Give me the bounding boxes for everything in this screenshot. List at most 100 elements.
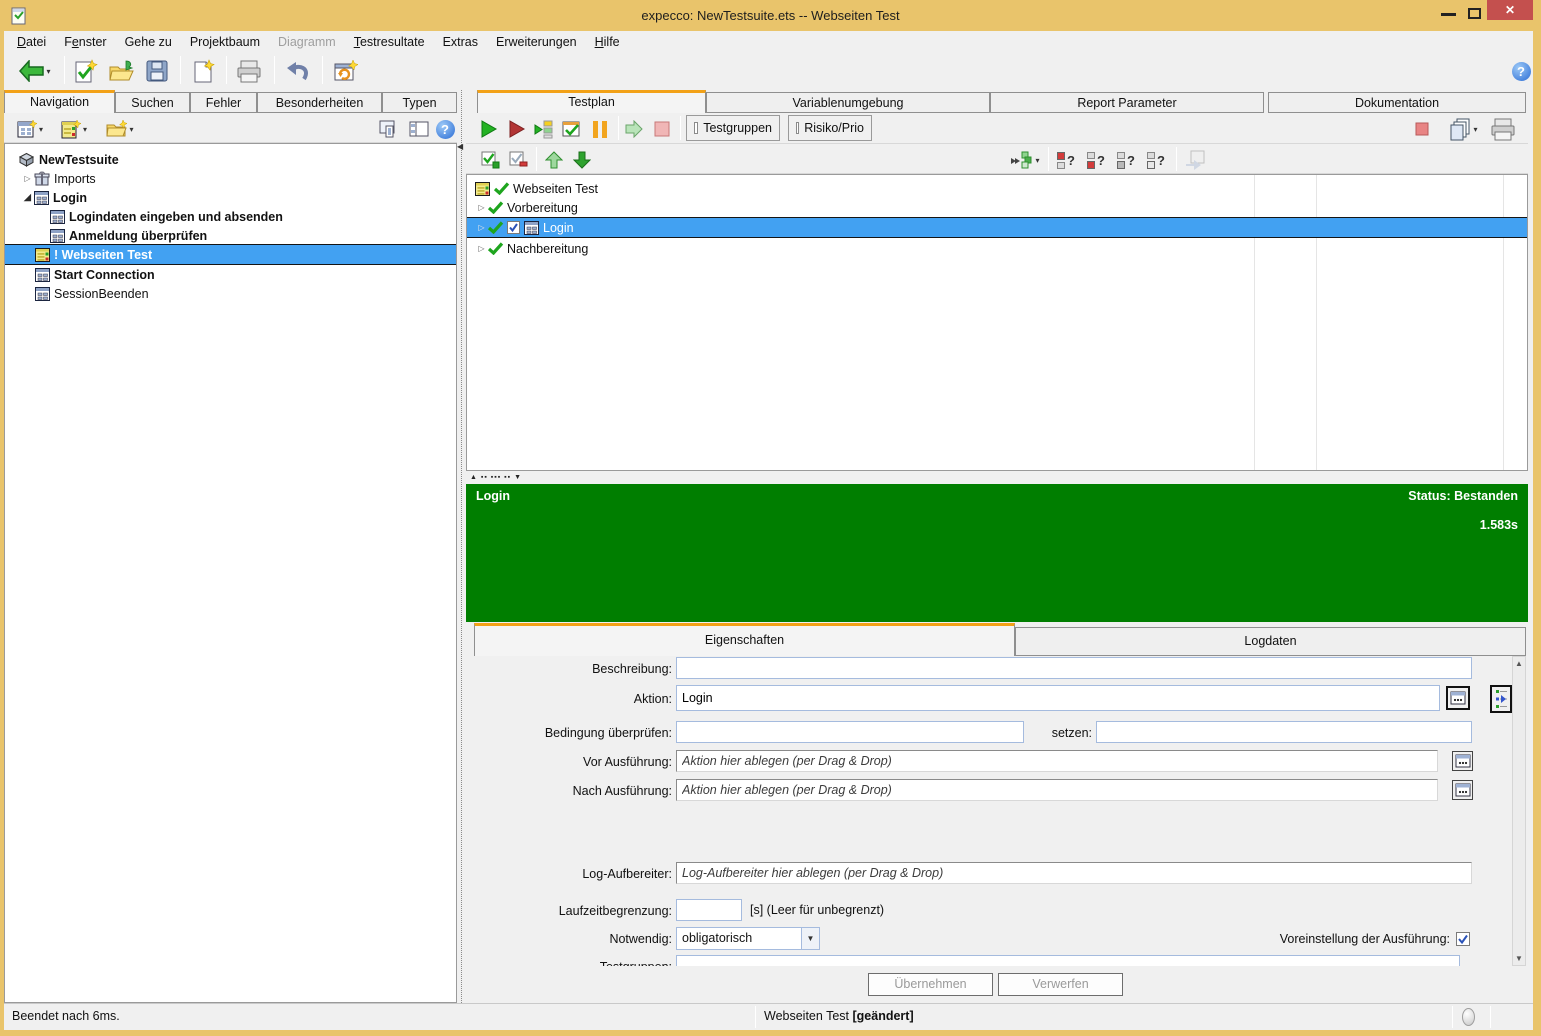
tree-item-start-connection[interactable]: Start Connection xyxy=(5,265,456,284)
menu-testresultate[interactable]: Testresultate xyxy=(345,33,434,51)
laufzeitbegrenzung-input[interactable] xyxy=(676,899,742,921)
setzen-input[interactable] xyxy=(1096,721,1472,743)
vor-ausfuehrung-browse-button[interactable] xyxy=(1452,751,1473,771)
move-down-button[interactable] xyxy=(569,147,595,173)
aktion-input[interactable] xyxy=(676,685,1440,711)
tree-item-imports[interactable]: ▷ Imports xyxy=(5,169,456,188)
back-button[interactable]: ▾ xyxy=(12,55,58,87)
apply-button[interactable]: Übernehmen xyxy=(868,973,993,996)
tab-eigenschaften[interactable]: Eigenschaften xyxy=(474,623,1015,656)
testplan-row-webseiten-test[interactable]: Webseiten Test xyxy=(467,179,1527,198)
copy-pages-button[interactable]: ▾ xyxy=(1444,116,1482,142)
testplan-row-login[interactable]: ▷ Login xyxy=(467,217,1527,238)
open-button[interactable] xyxy=(104,55,138,87)
notwendig-select[interactable]: obligatorisch ▼ xyxy=(676,927,820,950)
aktion-tree-button[interactable] xyxy=(1490,685,1512,713)
accept-button[interactable] xyxy=(68,55,102,87)
split-view-button[interactable] xyxy=(406,116,432,142)
nach-ausfuehrung-dropzone[interactable] xyxy=(676,779,1438,801)
run-debug-button[interactable] xyxy=(503,116,529,142)
expander-collapsed-icon[interactable]: ▷ xyxy=(475,244,488,253)
tab-dokumentation[interactable]: Dokumentation xyxy=(1268,92,1526,113)
scroll-down-icon[interactable]: ▼ xyxy=(1513,954,1525,963)
testplan-row-vorbereitung[interactable]: ▷ Vorbereitung xyxy=(467,198,1527,217)
tree-item-newtestsuite[interactable]: NewTestsuite xyxy=(5,150,456,169)
menu-fenster[interactable]: Fenster xyxy=(55,33,115,51)
query-skipped-button[interactable]: ? xyxy=(1142,147,1170,173)
run-step-button[interactable] xyxy=(531,116,557,142)
save-button[interactable] xyxy=(140,55,174,87)
vor-ausfuehrung-dropzone[interactable] xyxy=(676,750,1438,772)
panel-splitter[interactable]: ◀ xyxy=(457,90,466,1003)
testplan-row-nachbereitung[interactable]: ▷ Nachbereitung xyxy=(467,239,1527,258)
query-unrun-button[interactable]: ? xyxy=(1082,147,1110,173)
risiko-checkbox-group[interactable]: Risiko/Prio xyxy=(788,115,872,141)
expander-expanded-icon[interactable]: ◢ xyxy=(21,192,34,203)
testgruppen-checkbox[interactable] xyxy=(694,122,698,134)
tab-logdaten[interactable]: Logdaten xyxy=(1015,627,1526,656)
tab-typen[interactable]: Typen xyxy=(382,92,457,113)
menu-gehe-zu[interactable]: Gehe zu xyxy=(116,33,181,51)
expander-collapsed-icon[interactable]: ▷ xyxy=(475,223,488,232)
tab-report-parameter[interactable]: Report Parameter xyxy=(990,92,1264,113)
check-remove-button[interactable] xyxy=(505,147,531,173)
checked-checkbox-icon[interactable] xyxy=(507,221,520,234)
voreinstellung-checkbox[interactable] xyxy=(1456,932,1470,946)
stop-small-button[interactable] xyxy=(1411,116,1433,142)
new-testcase-button[interactable]: ▾ xyxy=(54,116,94,142)
tree-item-webseiten-test[interactable]: ! Webseiten Test xyxy=(5,244,456,265)
menu-datei[interactable]: Datei xyxy=(8,33,55,51)
move-up-button[interactable] xyxy=(541,147,567,173)
splitter-collapse-icon[interactable]: ◀ xyxy=(457,142,463,151)
query-failed-button[interactable]: ? xyxy=(1052,147,1080,173)
form-scrollbar[interactable]: ▲ ▼ xyxy=(1512,656,1526,966)
maximize-button[interactable] xyxy=(1468,8,1481,19)
float-window-button[interactable] xyxy=(376,116,402,142)
close-button[interactable]: ✕ xyxy=(1487,0,1533,20)
run-to-button[interactable]: ▾ xyxy=(1004,147,1046,173)
testgruppen-checkbox-group[interactable]: Testgruppen xyxy=(686,115,780,141)
minimize-button[interactable] xyxy=(1441,13,1456,16)
expander-collapsed-icon[interactable]: ▷ xyxy=(21,174,34,183)
run-button[interactable] xyxy=(475,116,501,142)
new-document-button[interactable] xyxy=(186,55,220,87)
testgruppen-form-input[interactable] xyxy=(676,955,1460,966)
tab-navigation[interactable]: Navigation xyxy=(4,90,115,113)
query-open-button[interactable]: ? xyxy=(1112,147,1140,173)
tree-item-login[interactable]: ◢ Login xyxy=(5,188,456,207)
new-folder-button[interactable]: ▾ xyxy=(100,116,140,142)
tree-item-anmeldung[interactable]: Anmeldung überprüfen xyxy=(5,226,456,245)
print-button[interactable] xyxy=(232,55,266,87)
new-action-button[interactable]: ▾ xyxy=(10,116,50,142)
risiko-checkbox[interactable] xyxy=(796,122,799,134)
tab-suchen[interactable]: Suchen xyxy=(115,92,190,113)
beschreibung-input[interactable] xyxy=(676,657,1472,679)
run-checked-button[interactable] xyxy=(559,116,585,142)
menu-extras[interactable]: Extras xyxy=(434,33,487,51)
navigation-help-button[interactable] xyxy=(432,116,458,142)
expander-collapsed-icon[interactable]: ▷ xyxy=(475,203,488,212)
pause-button[interactable] xyxy=(587,116,613,142)
check-add-button[interactable] xyxy=(477,147,503,173)
scroll-up-icon[interactable]: ▲ xyxy=(1513,659,1525,668)
settings-reload-button[interactable] xyxy=(328,55,362,87)
nach-ausfuehrung-browse-button[interactable] xyxy=(1452,780,1473,800)
menu-hilfe[interactable]: Hilfe xyxy=(586,33,629,51)
menu-erweiterungen[interactable]: Erweiterungen xyxy=(487,33,586,51)
tree-item-logindaten[interactable]: Logindaten eingeben und absenden xyxy=(5,207,456,226)
combo-arrow-icon[interactable]: ▼ xyxy=(801,928,819,949)
log-aufbereiter-dropzone[interactable] xyxy=(676,862,1472,884)
tab-fehler[interactable]: Fehler xyxy=(190,92,257,113)
menu-projektbaum[interactable]: Projektbaum xyxy=(181,33,269,51)
stop-button[interactable] xyxy=(649,116,675,142)
tab-variablenumgebung[interactable]: Variablenumgebung xyxy=(706,92,990,113)
print-testplan-button[interactable] xyxy=(1488,116,1518,142)
tab-testplan[interactable]: Testplan xyxy=(477,90,706,113)
aktion-browse-button[interactable] xyxy=(1446,686,1470,710)
tab-besonderheiten[interactable]: Besonderheiten xyxy=(257,92,382,113)
undo-button[interactable] xyxy=(280,55,314,87)
tree-item-sessionbeenden[interactable]: SessionBeenden xyxy=(5,284,456,303)
discard-button[interactable]: Verwerfen xyxy=(998,973,1123,996)
help-button[interactable] xyxy=(1504,55,1538,87)
resume-button[interactable] xyxy=(621,116,647,142)
